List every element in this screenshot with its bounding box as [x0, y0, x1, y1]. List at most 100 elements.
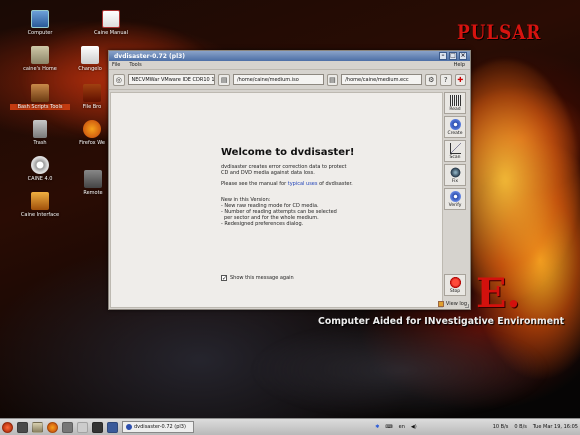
manual-text-suffix: of dvdisaster. — [317, 181, 353, 187]
desktop-icon-label: Trash — [33, 140, 47, 146]
computer-icon — [31, 10, 49, 28]
settings-launcher-icon[interactable] — [62, 421, 73, 433]
read-button[interactable]: Read — [444, 92, 466, 114]
language-indicator[interactable]: en — [399, 424, 405, 430]
desktop-icon-remote[interactable]: Remote — [76, 170, 110, 196]
desktop-icon-label: Bash Scripts Tools — [10, 104, 70, 110]
quit-icon[interactable]: ✚ — [454, 73, 467, 86]
fix-icon — [449, 167, 461, 178]
remote-icon — [84, 170, 102, 188]
desktop-icon-bash-scripts[interactable]: Bash Scripts Tools — [10, 84, 70, 110]
create-label: Create — [447, 131, 463, 136]
verify-icon — [449, 191, 461, 202]
desktop-icon-caine-interface[interactable]: Caine Interface — [10, 192, 70, 218]
taskbar-window-button[interactable]: dvdisaster-0.72 (pl3) — [122, 421, 194, 433]
text-editor-launcher-icon[interactable] — [77, 421, 88, 433]
firefox-icon — [83, 120, 101, 138]
desktop-icon-computer[interactable]: Computer — [10, 10, 70, 36]
menu-help[interactable]: Help — [454, 62, 465, 68]
desktop-icon-label: Changelo — [78, 66, 102, 72]
image-file-field[interactable]: /home/caine/medium.iso — [232, 74, 324, 85]
scan-icon — [449, 143, 461, 154]
view-log-button[interactable]: View log — [437, 301, 467, 307]
verify-button[interactable]: Verify — [444, 188, 466, 210]
manual-text-prefix: Please see the manual for — [221, 181, 288, 187]
network-launcher-icon[interactable] — [107, 421, 118, 433]
scripts-folder-icon — [31, 84, 49, 102]
typical-uses-link[interactable]: typical uses — [288, 181, 318, 187]
read-icon — [449, 95, 461, 106]
dvdisaster-window: dvdisaster-0.72 (pl3) – □ × File Tools H… — [108, 50, 471, 310]
show-desktop-icon[interactable] — [17, 421, 28, 433]
volume-icon[interactable]: ◀) — [411, 424, 417, 430]
stop-icon — [449, 277, 461, 288]
ecc-file-icon[interactable]: ▤ — [326, 73, 339, 86]
desktop-icon-label: Caine Interface — [20, 212, 60, 218]
manual-icon — [102, 10, 120, 28]
window-title: dvdisaster-0.72 (pl3) — [114, 52, 186, 60]
desktop-icon-caine-manual[interactable]: Caine Manual — [81, 10, 141, 36]
desktop-icon-firefox[interactable]: Firefox We — [74, 120, 110, 146]
create-button[interactable]: Create — [444, 116, 466, 138]
folder-icon — [83, 84, 101, 102]
show-message-checkbox-row[interactable]: ✓ Show this message again — [221, 275, 294, 282]
desktop-icon-caine[interactable]: CAINE 4.0 — [10, 156, 70, 182]
document-icon — [81, 46, 99, 64]
show-message-checkbox[interactable]: ✓ — [221, 275, 227, 282]
intro-text: dvdisaster creates error correction data… — [221, 164, 361, 176]
view-log-label: View log — [445, 301, 467, 307]
image-file-icon[interactable]: ▤ — [218, 73, 230, 86]
window-titlebar[interactable]: dvdisaster-0.72 (pl3) – □ × — [109, 51, 470, 61]
drive-icon[interactable]: ◎ — [113, 73, 125, 86]
home-folder-launcher-icon[interactable] — [32, 421, 43, 433]
help-manual-icon[interactable]: ? — [439, 73, 452, 86]
intro-line-2: CD and DVD media against data loss. — [221, 170, 315, 176]
desktop-icon-label: Caine Manual — [94, 30, 128, 36]
verify-label: Verify — [448, 203, 462, 208]
scan-label: Scan — [449, 155, 461, 160]
close-button[interactable]: × — [459, 52, 467, 60]
desktop-icon-changelog[interactable]: Changelo — [67, 46, 113, 72]
minimize-button[interactable]: – — [439, 52, 447, 60]
menubar: File Tools Help — [109, 61, 470, 70]
clock[interactable]: Tue Mar 19, 16:05 — [533, 424, 578, 430]
desktop-icon-trash[interactable]: Trash — [10, 120, 70, 146]
system-tray: ✱ ⌨ en ◀) 10 B/s 0 B/s Tue Mar 19, 16:05 — [375, 424, 578, 430]
stop-button[interactable]: Stop — [444, 274, 466, 296]
preferences-icon[interactable]: ⚙ — [425, 73, 437, 86]
network-speed: 10 B/s — [492, 424, 509, 430]
keyboard-icon[interactable]: ⌨ — [385, 424, 392, 430]
trash-icon — [33, 120, 47, 138]
smoke-graphic — [250, 320, 550, 418]
drive-select[interactable]: NECVMWar VMware IDE CDR10 1.0 — [127, 74, 216, 85]
stop-label: Stop — [449, 289, 461, 294]
ecc-file-field[interactable]: /home/caine/medium.ecc — [341, 74, 423, 85]
menu-tools[interactable]: Tools — [129, 62, 141, 68]
log-icon — [437, 301, 444, 307]
disc-icon — [31, 156, 49, 174]
scan-button[interactable]: Scan — [444, 140, 466, 162]
desktop-icon-label: File Bro — [82, 104, 102, 110]
network-speed-2: 0 B/s — [514, 424, 527, 430]
toolbar: ◎ NECVMWar VMware IDE CDR10 1.0 ▤ /home/… — [109, 70, 470, 90]
create-icon — [449, 119, 461, 130]
desktop-icon-file-browser[interactable]: File Bro — [74, 84, 110, 110]
bluetooth-icon[interactable]: ✱ — [375, 424, 379, 430]
firefox-launcher-icon[interactable] — [47, 421, 58, 433]
taskbar-window-label: dvdisaster-0.72 (pl3) — [134, 424, 186, 430]
dvdisaster-task-icon — [126, 424, 132, 430]
show-message-label: Show this message again — [230, 275, 294, 281]
read-label: Read — [449, 107, 461, 112]
fix-button[interactable]: Fix — [444, 164, 466, 186]
resize-grip[interactable] — [465, 304, 469, 308]
menu-file[interactable]: File — [112, 62, 120, 68]
desktop-icon-label: Remote — [83, 190, 103, 196]
start-menu-icon[interactable] — [2, 421, 13, 433]
taskbar: dvdisaster-0.72 (pl3) ✱ ⌨ en ◀) 10 B/s 0… — [0, 418, 580, 435]
interface-icon — [31, 192, 49, 210]
desktop-icon-label: CAINE 4.0 — [27, 176, 53, 182]
brand-tagline: Computer Aided for INvestigative Environ… — [318, 316, 565, 327]
maximize-button[interactable]: □ — [449, 52, 457, 60]
desktop-icon-home[interactable]: caine's Home — [10, 46, 70, 72]
terminal-launcher-icon[interactable] — [92, 421, 103, 433]
